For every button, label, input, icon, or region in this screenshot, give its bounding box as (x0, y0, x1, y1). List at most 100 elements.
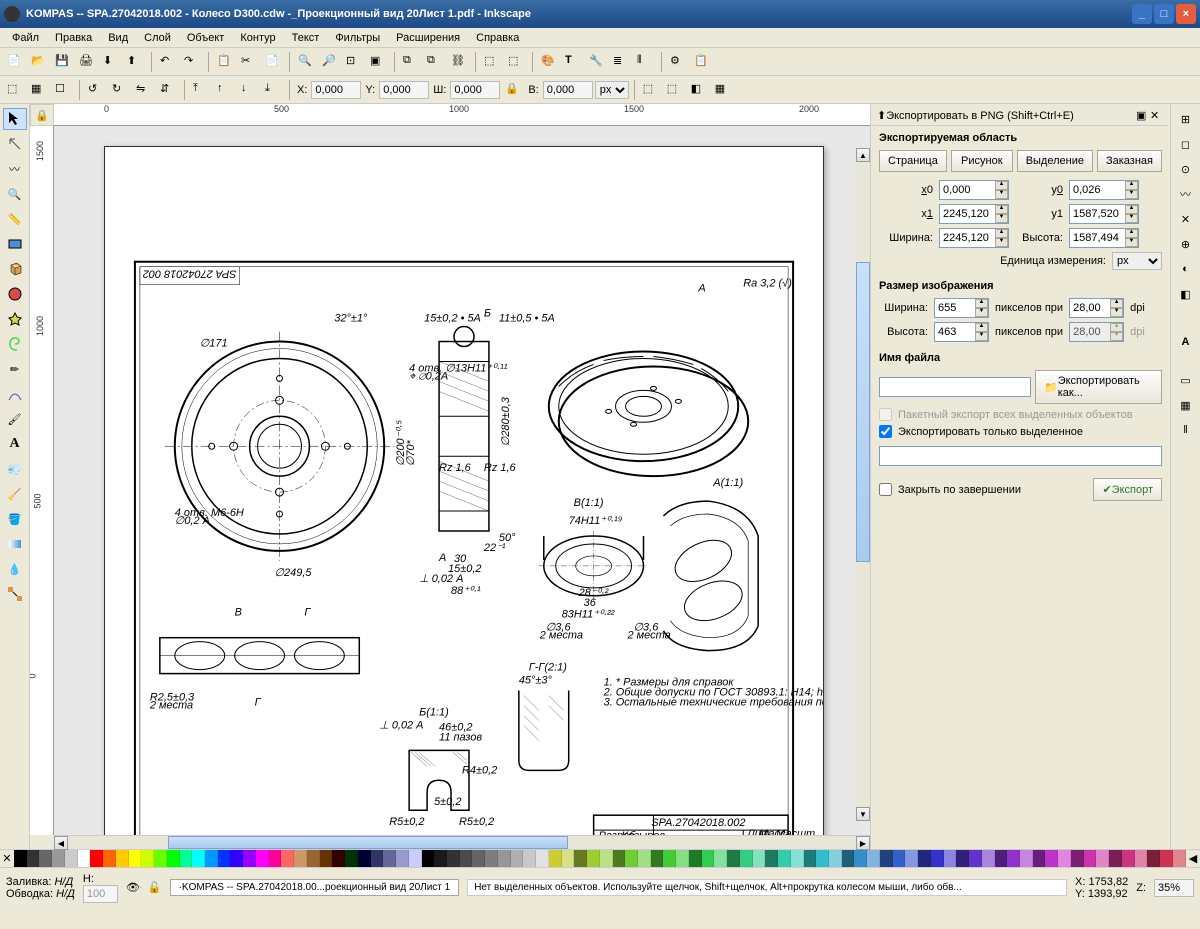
calligraphy-tool[interactable]: 🖌 (3, 408, 27, 430)
x-input[interactable] (311, 81, 361, 99)
export-button[interactable]: ⬆ (124, 51, 146, 73)
menu-object[interactable]: Объект (179, 30, 232, 46)
copy-button[interactable]: 📋 (214, 51, 236, 73)
color-swatch[interactable] (523, 850, 536, 867)
close-button[interactable]: × (1176, 4, 1196, 24)
color-swatch[interactable] (167, 850, 180, 867)
redo-button[interactable]: ↷ (181, 51, 203, 73)
snap-node-button[interactable]: ⊙ (1174, 158, 1198, 180)
horizontal-scrollbar[interactable]: ◀ ▶ (54, 835, 870, 849)
color-swatch[interactable] (307, 850, 320, 867)
tab-selection[interactable]: Выделение (1017, 150, 1093, 172)
color-swatch[interactable] (460, 850, 473, 867)
snap-intersection-button[interactable]: ✕ (1174, 208, 1198, 230)
snap-guide-button[interactable]: ‖ (1174, 419, 1198, 441)
color-swatch[interactable] (562, 850, 575, 867)
menu-layer[interactable]: Слой (136, 30, 179, 46)
y-input[interactable] (379, 81, 429, 99)
y1-input[interactable]: ▲▼ (1069, 204, 1139, 224)
new-button[interactable]: 📄 (4, 51, 26, 73)
paste-button[interactable]: 📄 (262, 51, 284, 73)
color-swatch[interactable] (765, 850, 778, 867)
h-input[interactable] (543, 81, 593, 99)
measure-tool[interactable]: 📏 (3, 208, 27, 230)
color-swatch[interactable] (702, 850, 715, 867)
menu-file[interactable]: Файл (4, 30, 47, 46)
color-swatch[interactable] (332, 850, 345, 867)
color-swatch[interactable] (27, 850, 40, 867)
color-swatch[interactable] (141, 850, 154, 867)
color-swatch[interactable] (1058, 850, 1071, 867)
bezier-tool[interactable] (3, 383, 27, 405)
snap-midpoint-button[interactable]: ◐ (1174, 258, 1198, 280)
text-tool[interactable]: A (3, 433, 27, 455)
color-swatch[interactable] (129, 850, 142, 867)
selector-tool[interactable] (3, 108, 27, 130)
color-swatch[interactable] (472, 850, 485, 867)
menu-extensions[interactable]: Расширения (388, 30, 468, 46)
spray-tool[interactable]: 💨 (3, 458, 27, 480)
color-swatch[interactable] (918, 850, 931, 867)
flip-v-button[interactable]: ⇵ (157, 79, 179, 101)
snap-enable-button[interactable]: ⊞ (1174, 108, 1198, 130)
color-swatch[interactable] (1160, 850, 1173, 867)
undo-button[interactable]: ↶ (157, 51, 179, 73)
color-swatch[interactable] (613, 850, 626, 867)
color-swatch[interactable] (358, 850, 371, 867)
snap-center-button[interactable]: ⊕ (1174, 233, 1198, 255)
unlink-button[interactable]: ⛓ (448, 51, 470, 73)
bucket-tool[interactable]: 🪣 (3, 508, 27, 530)
align-button[interactable]: ⫴ (634, 51, 656, 73)
color-swatch[interactable] (791, 850, 804, 867)
color-swatch[interactable] (14, 850, 27, 867)
layers-button[interactable]: ≣ (610, 51, 632, 73)
color-swatch[interactable] (320, 850, 333, 867)
color-swatch[interactable] (663, 850, 676, 867)
color-swatch[interactable] (893, 850, 906, 867)
clone-button[interactable]: ⧉ (424, 51, 446, 73)
x0-input[interactable]: ▲▼ (939, 180, 1009, 200)
color-swatch[interactable] (740, 850, 753, 867)
group-button[interactable]: ⬚ (481, 51, 503, 73)
color-swatch[interactable] (1071, 850, 1084, 867)
color-swatch[interactable] (638, 850, 651, 867)
color-swatch[interactable] (867, 850, 880, 867)
dpi1-input[interactable]: ▲▼ (1069, 298, 1124, 318)
color-swatch[interactable] (485, 850, 498, 867)
y0-input[interactable]: ▲▼ (1069, 180, 1139, 200)
rotate-cw-button[interactable]: ↻ (109, 79, 131, 101)
color-swatch[interactable] (714, 850, 727, 867)
tab-custom[interactable]: Заказная (1097, 150, 1162, 172)
color-swatch[interactable] (269, 850, 282, 867)
3dbox-tool[interactable] (3, 258, 27, 280)
zoom-tool[interactable]: 🔍 (3, 183, 27, 205)
color-swatch[interactable] (1122, 850, 1135, 867)
color-swatch[interactable] (1173, 850, 1186, 867)
color-swatch[interactable] (498, 850, 511, 867)
tab-drawing[interactable]: Рисунок (951, 150, 1013, 172)
color-swatch[interactable] (192, 850, 205, 867)
color-swatch[interactable] (600, 850, 613, 867)
raise-button[interactable]: ↑ (214, 79, 236, 101)
filename-input[interactable] (879, 377, 1031, 397)
color-swatch[interactable] (880, 850, 893, 867)
select-layer-button[interactable]: ▦ (28, 79, 50, 101)
node-tool[interactable] (3, 133, 27, 155)
duplicate-button[interactable]: ⧉ (400, 51, 422, 73)
lock-layer-icon[interactable]: 🔓 (148, 881, 162, 894)
area-width-input[interactable]: ▲▼ (939, 228, 1009, 248)
menu-help[interactable]: Справка (468, 30, 527, 46)
img-width-input[interactable]: ▲▼ (934, 298, 989, 318)
zoom-fit-button[interactable]: ⊡ (343, 51, 365, 73)
gradient-tool[interactable] (3, 533, 27, 555)
tab-page[interactable]: Страница (879, 150, 947, 172)
selection-id-input[interactable] (879, 446, 1162, 466)
color-swatch[interactable] (982, 850, 995, 867)
select-all-button[interactable]: ⬚ (4, 79, 26, 101)
color-swatch[interactable] (753, 850, 766, 867)
color-swatch[interactable] (281, 850, 294, 867)
doc-prefs-button[interactable]: 📋 (691, 51, 713, 73)
x1-input[interactable]: ▲▼ (939, 204, 1009, 224)
color-swatch[interactable] (511, 850, 524, 867)
color-swatch[interactable] (1007, 850, 1020, 867)
